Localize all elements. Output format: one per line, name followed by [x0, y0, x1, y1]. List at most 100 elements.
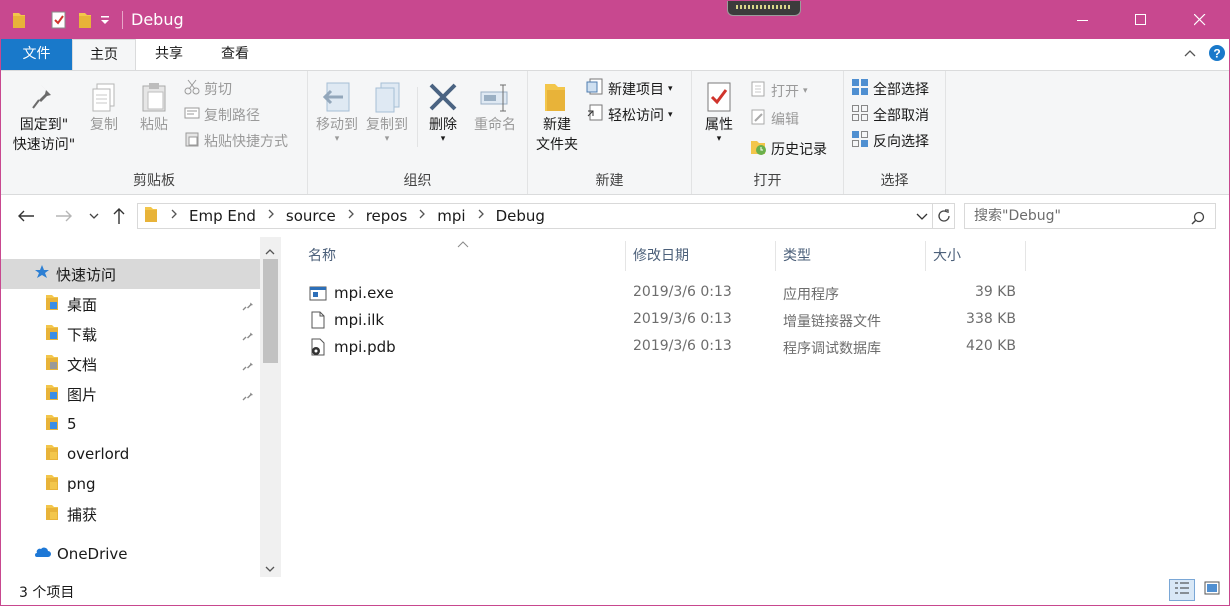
breadcrumb-item[interactable]: Debug [489, 207, 552, 225]
breadcrumb-item[interactable]: source [279, 207, 343, 225]
thumbnail-view-icon [1204, 581, 1220, 599]
paste-shortcut-icon [184, 131, 200, 151]
column-header-type[interactable]: 类型 [776, 241, 926, 271]
sidebar-item-label: 桌面 [67, 295, 98, 314]
chevron-right-icon[interactable] [343, 208, 359, 224]
window-title: Debug [131, 10, 184, 29]
pin-label-1: 固定到" [19, 117, 69, 133]
new-folder-label-2: 文件夹 [536, 137, 578, 153]
group-select: 全部选择 全部取消 反向选择 选择 [844, 71, 946, 194]
paste-icon [138, 81, 170, 113]
maximize-button[interactable] [1112, 1, 1170, 39]
scroll-up-icon[interactable] [265, 244, 275, 260]
pin-icon[interactable] [242, 357, 254, 375]
properties-button[interactable]: 属性 ▾ [698, 81, 740, 144]
move-to-button[interactable]: 移动到 ▾ [313, 81, 361, 144]
new-folder-quick-icon[interactable] [75, 10, 95, 30]
search-icon[interactable] [1191, 209, 1205, 233]
pin-icon[interactable] [242, 327, 254, 345]
sidebar-item[interactable]: png [1, 469, 260, 499]
delete-button[interactable]: 删除 ▾ [423, 81, 463, 144]
back-arrow-icon[interactable] [15, 205, 37, 227]
chevron-right-icon[interactable] [473, 208, 489, 224]
breadcrumb: Emp End source repos mpi Debug [166, 207, 552, 225]
sidebar-item-onedrive[interactable]: OneDrive [1, 539, 260, 569]
history-label: 历史记录 [771, 142, 827, 158]
sidebar-item[interactable]: 文档 [1, 349, 260, 379]
explorer-window: Debug 文件 主页 共享 查看 ? 固定到" 快速访问" 复制 粘贴 剪切 … [0, 0, 1230, 606]
pin-icon[interactable] [242, 297, 254, 315]
paste-shortcut-label: 粘贴快捷方式 [204, 134, 288, 150]
new-item-button[interactable]: 新建项目 ▾ [586, 77, 673, 101]
collapse-ribbon-icon[interactable] [1183, 46, 1197, 64]
copy-button[interactable]: 复制 [83, 81, 125, 135]
new-folder-button[interactable]: 新建 文件夹 [532, 81, 582, 155]
up-arrow-icon[interactable] [108, 205, 130, 227]
scroll-down-icon[interactable] [265, 561, 275, 577]
copy-path-button[interactable]: 复制路径 [184, 103, 260, 127]
help-icon[interactable]: ? [1208, 44, 1226, 66]
properties-quick-icon[interactable] [49, 10, 69, 30]
move-to-label: 移动到 [316, 117, 358, 133]
search-input[interactable]: 搜索"Debug" [964, 203, 1216, 229]
history-button[interactable]: 历史记录 [749, 137, 827, 161]
file-row[interactable]: mpi.pdb 2019/3/6 0:13 程序调试数据库 420 KB [301, 334, 1031, 361]
forward-arrow-icon[interactable] [53, 205, 75, 227]
edit-icon [749, 108, 767, 130]
copy-icon [88, 81, 120, 113]
rename-icon [479, 81, 511, 113]
ribbon-tabs: 文件 主页 共享 查看 ? [1, 39, 1229, 71]
sidebar-item-quick-access[interactable]: 快速访问 [1, 259, 260, 289]
address-dropdown-icon[interactable] [916, 210, 928, 226]
select-all-button[interactable]: 全部选择 [851, 77, 929, 101]
address-bar[interactable]: Emp End source repos mpi Debug [137, 203, 955, 229]
tab-file[interactable]: 文件 [1, 39, 72, 70]
breadcrumb-item[interactable]: repos [359, 207, 415, 225]
paste-shortcut-button[interactable]: 粘贴快捷方式 [184, 129, 288, 153]
copy-to-button[interactable]: 复制到 ▾ [363, 81, 411, 144]
invert-selection-button[interactable]: 反向选择 [851, 129, 929, 153]
select-none-button[interactable]: 全部取消 [851, 103, 929, 127]
details-view-button[interactable] [1169, 579, 1195, 601]
scroll-thumb[interactable] [263, 259, 278, 363]
open-button[interactable]: 打开 ▾ [749, 79, 808, 103]
indicator-pill [727, 1, 801, 16]
file-row[interactable]: mpi.ilk 2019/3/6 0:13 增量链接器文件 338 KB [301, 307, 1031, 334]
edit-button[interactable]: 编辑 [749, 107, 799, 131]
sidebar-item-label: 捕获 [67, 505, 98, 524]
tab-home[interactable]: 主页 [72, 39, 136, 71]
refresh-icon[interactable] [936, 208, 952, 228]
close-button[interactable] [1171, 1, 1229, 39]
breadcrumb-item[interactable]: mpi [430, 207, 472, 225]
sidebar-item[interactable]: overlord [1, 439, 260, 469]
sidebar-item-label: 5 [67, 415, 77, 433]
pin-icon[interactable] [242, 387, 254, 405]
invert-selection-icon [851, 130, 869, 152]
sidebar-item[interactable]: 下载 [1, 319, 260, 349]
breadcrumb-item[interactable]: Emp End [182, 207, 263, 225]
minimize-button[interactable] [1054, 1, 1112, 39]
chevron-right-icon[interactable] [263, 208, 279, 224]
sidebar-item[interactable]: 图片 [1, 379, 260, 409]
chevron-right-icon[interactable] [166, 208, 182, 224]
column-header-name[interactable]: 名称 [301, 241, 626, 271]
tab-share[interactable]: 共享 [139, 39, 199, 70]
tab-view[interactable]: 查看 [204, 39, 266, 70]
thumbnail-view-button[interactable] [1199, 579, 1225, 601]
rename-button[interactable]: 重命名 [468, 81, 522, 135]
file-row[interactable]: mpi.exe 2019/3/6 0:13 应用程序 39 KB [301, 280, 1031, 307]
pin-quick-access-button[interactable]: 固定到" 快速访问" [9, 81, 79, 155]
column-header-date[interactable]: 修改日期 [626, 241, 776, 271]
customize-toolbar-icon[interactable] [97, 10, 113, 30]
recent-locations-icon[interactable] [85, 205, 103, 227]
cut-button[interactable]: 剪切 [184, 77, 232, 101]
paste-button[interactable]: 粘贴 [133, 81, 175, 135]
chevron-right-icon[interactable] [414, 208, 430, 224]
sidebar-item[interactable]: 5 [1, 409, 260, 439]
new-group-label: 新建 [595, 173, 624, 189]
folder-icon [45, 473, 59, 495]
sidebar-item[interactable]: 桌面 [1, 289, 260, 319]
column-header-size[interactable]: 大小 [926, 241, 1026, 271]
sidebar-item[interactable]: 捕获 [1, 499, 260, 529]
easy-access-button[interactable]: 轻松访问 ▾ [586, 103, 673, 127]
